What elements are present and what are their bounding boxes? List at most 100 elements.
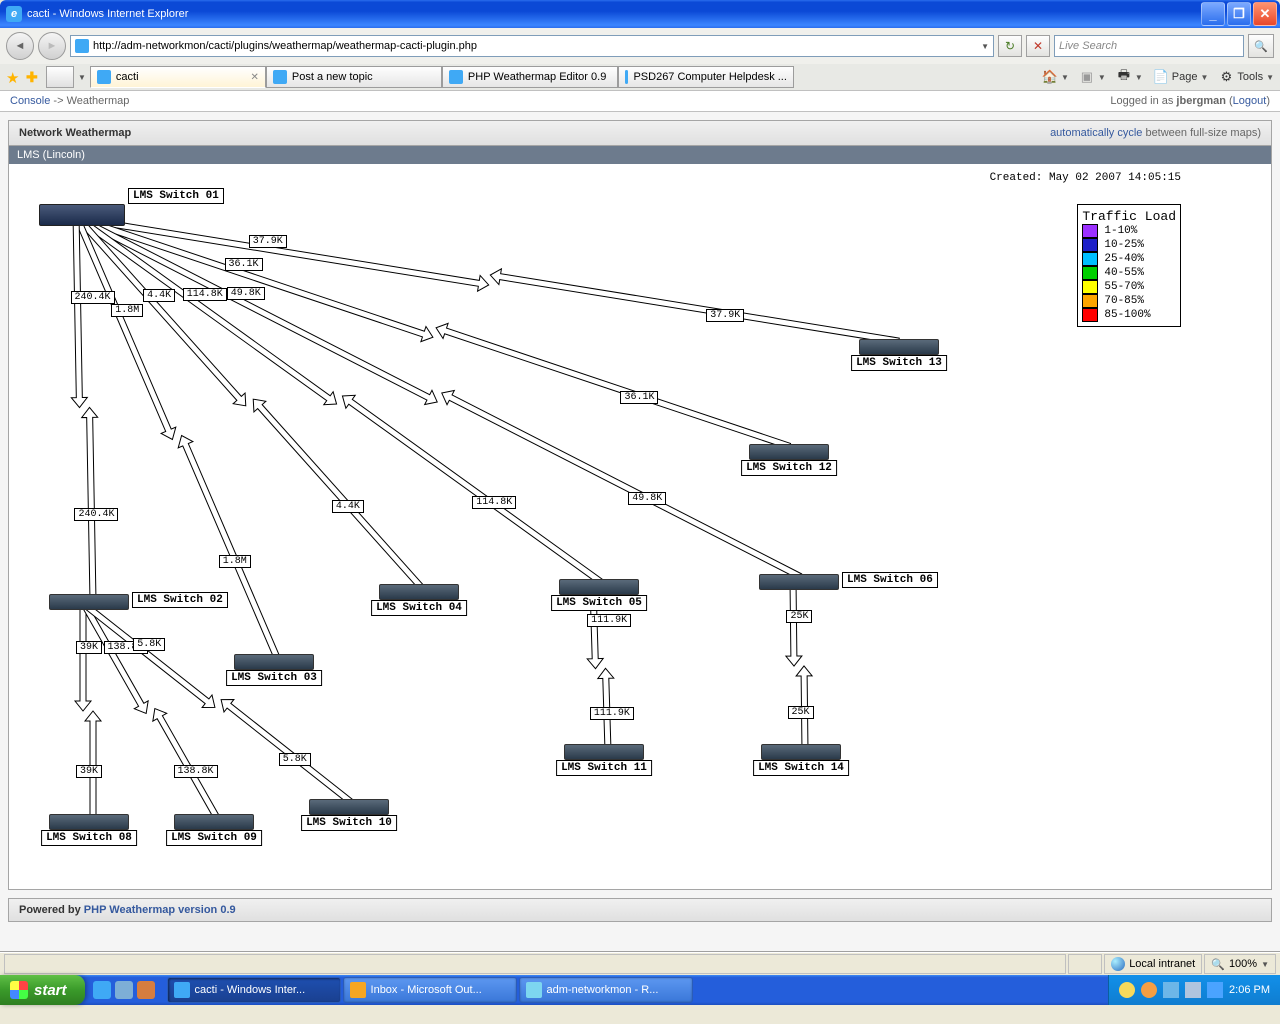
tray-icon[interactable] — [1163, 982, 1179, 998]
tray-icon[interactable] — [1207, 982, 1223, 998]
username: jbergman — [1176, 95, 1226, 107]
tab-favicon — [97, 70, 111, 84]
switch-node[interactable]: LMS Switch 14 — [761, 744, 841, 760]
tab-close-icon[interactable]: ✕ — [251, 72, 259, 83]
switch-node[interactable]: LMS Switch 11 — [564, 744, 644, 760]
page-label: Page — [1172, 71, 1198, 83]
address-bar[interactable]: http://adm-networkmon/cacti/plugins/weat… — [70, 35, 994, 57]
add-favorite-icon[interactable]: ✚ — [26, 69, 42, 85]
command-bar: 🏠▼ ▣▼ 🖶▼ 📄Page▼ ⚙Tools▼ — [1042, 69, 1274, 85]
tools-label: Tools — [1237, 71, 1263, 83]
panel-title: Network Weathermap — [19, 127, 131, 139]
clock[interactable]: 2:06 PM — [1229, 984, 1270, 996]
switch-node[interactable]: LMS Switch 02 — [49, 594, 129, 610]
titlebar: e cacti - Windows Internet Explorer _ ❐ … — [0, 0, 1280, 28]
tray-icon[interactable] — [1141, 982, 1157, 998]
browser-tab[interactable]: cacti ✕ — [90, 66, 266, 88]
feeds-button[interactable]: ▣▼ — [1079, 69, 1106, 85]
home-button[interactable]: 🏠▼ — [1042, 69, 1069, 85]
bandwidth-label: 1.8M — [219, 555, 251, 568]
url-dropdown-icon[interactable]: ▼ — [981, 42, 989, 51]
maximize-button[interactable]: ❐ — [1227, 2, 1251, 26]
browser-tab[interactable]: Post a new topic — [266, 66, 442, 88]
page-content: Console -> Weathermap Logged in as jberg… — [0, 91, 1280, 952]
switch-node[interactable]: LMS Switch 10 — [309, 799, 389, 815]
panel-header: Network Weathermap automatically cycle b… — [9, 121, 1271, 146]
breadcrumb-sep: -> — [53, 95, 63, 107]
systray[interactable]: 2:06 PM — [1108, 975, 1280, 1005]
footer-link[interactable]: PHP Weathermap version 0.9 — [84, 904, 236, 916]
tray-icon[interactable] — [1185, 982, 1201, 998]
switch-node[interactable]: LMS Switch 08 — [49, 814, 129, 830]
switch-node[interactable]: LMS Switch 13 — [859, 339, 939, 355]
bandwidth-label: 240.4K — [71, 291, 115, 304]
back-button[interactable]: ◄ — [6, 32, 34, 60]
favorites-icon[interactable]: ★ — [6, 69, 22, 85]
tab-label: Post a new topic — [292, 71, 373, 83]
ie-icon: e — [6, 6, 22, 22]
ql-ie-icon[interactable] — [93, 981, 111, 999]
switch-label: LMS Switch 04 — [371, 600, 467, 616]
browser-tab[interactable]: PHP Weathermap Editor 0.9 — [442, 66, 618, 88]
start-button[interactable]: start — [0, 975, 85, 1005]
page-menu[interactable]: 📄Page▼ — [1153, 69, 1209, 85]
switch-label: LMS Switch 08 — [41, 830, 137, 846]
bandwidth-label: 1.8M — [111, 304, 143, 317]
bandwidth-label: 39K — [76, 641, 102, 654]
logout-link[interactable]: Logout — [1233, 95, 1267, 107]
tray-icon[interactable] — [1119, 982, 1135, 998]
switch-icon — [759, 574, 839, 590]
cycle-link[interactable]: automatically cycle — [1050, 127, 1142, 139]
status-cell — [1068, 954, 1102, 974]
stop-button[interactable]: ✕ — [1026, 35, 1050, 57]
tab-label: PSD267 Computer Helpdesk ... — [633, 71, 786, 83]
taskbar-button[interactable]: adm-networkmon - R... — [519, 977, 693, 1003]
tab-list-dropdown[interactable]: ▼ — [78, 73, 86, 82]
minimize-button[interactable]: _ — [1201, 2, 1225, 26]
switch-node[interactable]: LMS Switch 05 — [559, 579, 639, 595]
taskbar-button[interactable]: Inbox - Microsoft Out... — [343, 977, 517, 1003]
network-map[interactable]: Created: May 02 2007 14:05:15 Traffic Lo… — [9, 164, 1271, 889]
switch-node[interactable]: LMS Switch 12 — [749, 444, 829, 460]
switch-label: LMS Switch 11 — [556, 760, 652, 776]
task-label: cacti - Windows Inter... — [195, 984, 306, 996]
search-box[interactable]: Live Search — [1054, 35, 1244, 57]
task-label: Inbox - Microsoft Out... — [371, 984, 482, 996]
switch-label: LMS Switch 02 — [132, 592, 228, 608]
search-button[interactable]: 🔍 — [1248, 34, 1274, 58]
switch-node[interactable]: LMS Switch 09 — [174, 814, 254, 830]
switch-node[interactable]: LMS Switch 06 — [759, 574, 839, 590]
browser-tab[interactable]: PSD267 Computer Helpdesk ... — [618, 66, 794, 88]
footer-prefix: Powered by — [19, 904, 84, 916]
tab-favicon — [449, 70, 463, 84]
switch-label: LMS Switch 05 — [551, 595, 647, 611]
switch-node[interactable]: LMS Switch 01 — [39, 204, 125, 226]
ie-toolbar: ◄ ► http://adm-networkmon/cacti/plugins/… — [0, 28, 1280, 91]
forward-button[interactable]: ► — [38, 32, 66, 60]
zoom-control[interactable]: 🔍100%▼ — [1204, 954, 1276, 974]
refresh-button[interactable]: ↻ — [998, 35, 1022, 57]
switch-node[interactable]: LMS Switch 03 — [234, 654, 314, 670]
security-zone[interactable]: Local intranet — [1104, 954, 1202, 974]
ql-desktop-icon[interactable] — [115, 981, 133, 999]
print-button[interactable]: 🖶▼ — [1116, 69, 1143, 85]
switch-node[interactable]: LMS Switch 04 — [379, 584, 459, 600]
taskbar-button[interactable]: cacti - Windows Inter... — [167, 977, 341, 1003]
switch-label: LMS Switch 06 — [842, 572, 938, 588]
quick-tabs-button[interactable] — [46, 66, 74, 88]
switch-icon — [564, 744, 644, 760]
close-button[interactable]: ✕ — [1253, 2, 1277, 26]
ql-app-icon[interactable] — [137, 981, 155, 999]
bandwidth-label: 25K — [786, 610, 812, 623]
console-link[interactable]: Console — [10, 95, 50, 107]
globe-icon — [1111, 957, 1125, 971]
rss-icon: ▣ — [1079, 69, 1095, 85]
page-icon: 📄 — [1153, 69, 1169, 85]
tools-menu[interactable]: ⚙Tools▼ — [1218, 69, 1274, 85]
switch-label: LMS Switch 01 — [128, 188, 224, 204]
tab-label: cacti — [116, 71, 139, 83]
switch-icon — [309, 799, 389, 815]
switch-icon — [234, 654, 314, 670]
address-text: http://adm-networkmon/cacti/plugins/weat… — [93, 40, 977, 52]
bandwidth-label: 4.4K — [332, 500, 364, 513]
